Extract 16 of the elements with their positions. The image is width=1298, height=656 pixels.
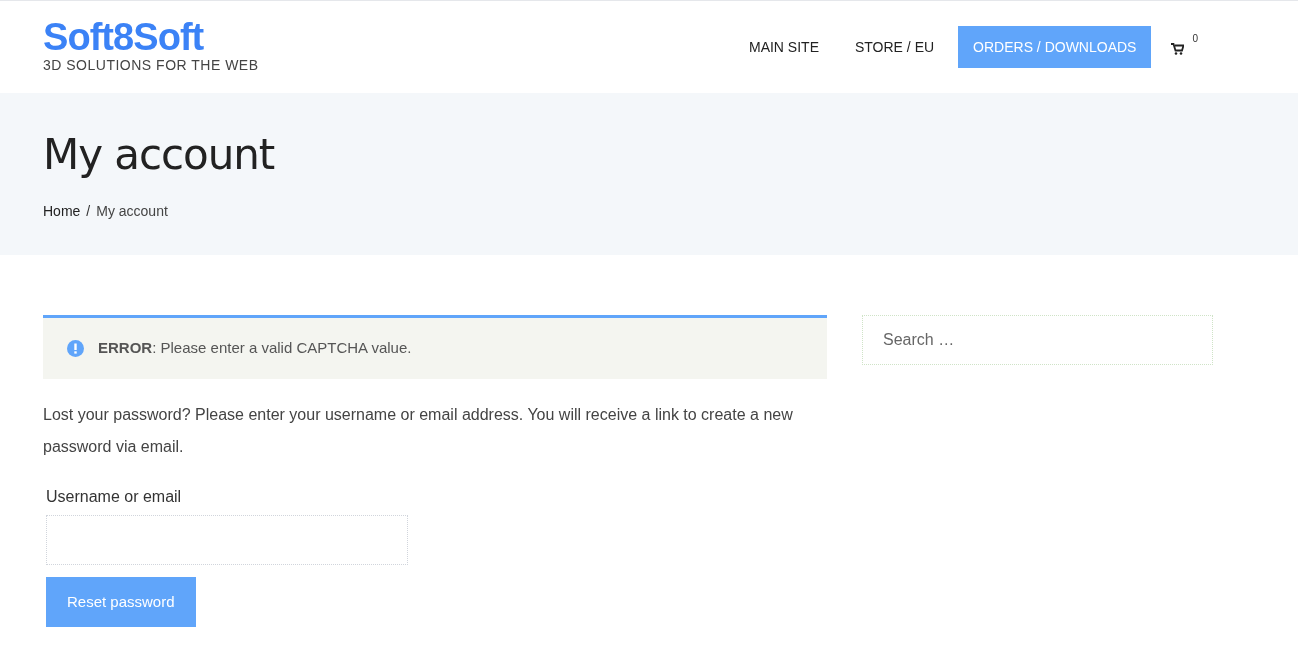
search-field[interactable]: Search … bbox=[862, 315, 1213, 365]
field-label: Username or email bbox=[46, 487, 183, 507]
username-input[interactable] bbox=[46, 515, 408, 565]
cart-icon[interactable] bbox=[1171, 43, 1185, 55]
error-message: ERROR: Please enter a valid CAPTCHA value. bbox=[98, 338, 412, 359]
breadcrumb-separator: / bbox=[86, 202, 91, 221]
breadcrumb-current: My account bbox=[96, 202, 168, 221]
page-title: My account bbox=[43, 129, 276, 181]
logo-wordmark[interactable]: Soft8Soft bbox=[43, 18, 259, 55]
nav-link[interactable]: MAIN SITE bbox=[730, 26, 837, 68]
cart-count: 0 bbox=[1192, 32, 1198, 46]
breadcrumb-link[interactable]: Home bbox=[43, 201, 81, 222]
nav-link[interactable]: STORE / EU bbox=[837, 26, 953, 68]
exclamation-icon bbox=[67, 340, 84, 357]
instructions-text: Lost your password? Please enter your username or email address. You will receive a link to create a new password via email. bbox=[43, 405, 794, 457]
logo-tagline: 3D SOLUTIONS FOR THE WEB bbox=[43, 55, 259, 75]
